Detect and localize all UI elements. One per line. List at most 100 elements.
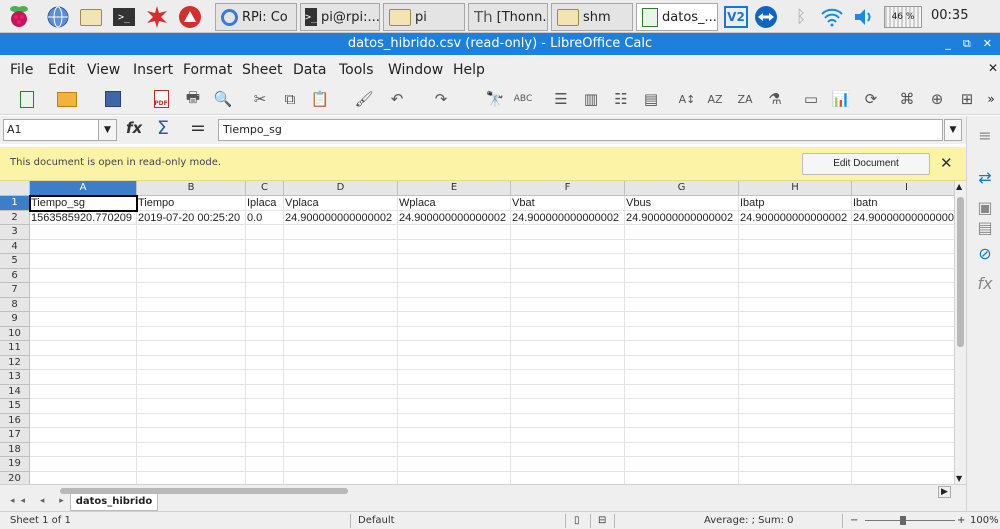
cell[interactable] — [284, 471, 398, 484]
cell[interactable] — [284, 283, 398, 298]
cell[interactable] — [284, 326, 398, 341]
row-header[interactable]: 16 — [0, 413, 30, 428]
cell[interactable] — [852, 312, 954, 327]
cell[interactable] — [246, 225, 284, 240]
cell[interactable] — [739, 370, 852, 385]
teamviewer-sidebar-icon[interactable]: ⇄ — [974, 166, 996, 188]
task-thonny[interactable]: Th [Thonn... — [468, 3, 548, 31]
cell[interactable] — [284, 457, 398, 472]
clock[interactable]: 00:35 — [931, 8, 968, 23]
cell[interactable] — [511, 225, 625, 240]
cell[interactable] — [852, 298, 954, 312]
cell[interactable] — [739, 384, 852, 399]
zoom-level[interactable]: 100% — [970, 515, 999, 526]
cell[interactable] — [30, 370, 137, 385]
insert-chart-icon[interactable]: 📊 — [830, 88, 852, 110]
cell[interactable] — [284, 341, 398, 356]
cell[interactable] — [137, 326, 246, 341]
cell[interactable] — [30, 341, 137, 356]
row-header[interactable]: 15 — [0, 399, 30, 414]
cell[interactable] — [625, 283, 739, 298]
cell[interactable]: Ibatp — [739, 196, 852, 211]
cell[interactable]: Wplaca — [398, 196, 511, 211]
cell[interactable] — [284, 297, 398, 312]
cell[interactable] — [284, 239, 398, 254]
cell[interactable] — [246, 341, 284, 356]
cell[interactable] — [625, 312, 739, 327]
cell[interactable] — [625, 341, 739, 356]
row-header[interactable]: 8 — [0, 297, 30, 312]
cell[interactable] — [852, 428, 954, 443]
task-shm-folder[interactable]: shm — [551, 3, 633, 31]
insert-rows-icon[interactable]: ☷ — [610, 88, 632, 110]
cell[interactable] — [511, 370, 625, 385]
column-header-b[interactable]: B — [137, 181, 246, 196]
zoom-out-icon[interactable]: − — [850, 515, 858, 526]
cell[interactable] — [137, 384, 246, 399]
redo-icon[interactable]: ↷ — [430, 88, 452, 110]
cell[interactable] — [739, 283, 852, 298]
cell[interactable] — [852, 240, 954, 254]
cell[interactable] — [137, 225, 246, 240]
clone-formatting-icon[interactable]: 🖌 — [353, 88, 375, 110]
cell[interactable] — [284, 384, 398, 399]
menu-window[interactable]: Window — [388, 62, 443, 78]
cell[interactable] — [398, 225, 511, 240]
cell[interactable] — [30, 254, 137, 269]
cell[interactable] — [625, 384, 739, 399]
toolbar-overflow-icon[interactable]: » — [984, 88, 998, 110]
expand-formula-icon[interactable]: ▼ — [944, 119, 962, 141]
cell[interactable] — [625, 355, 739, 370]
zoom-slider[interactable] — [865, 520, 955, 521]
cell[interactable] — [398, 268, 511, 283]
cell[interactable] — [246, 283, 284, 298]
cell[interactable]: 24.900000000000002 — [511, 210, 625, 225]
cell[interactable] — [852, 443, 954, 457]
cell[interactable] — [30, 312, 137, 327]
cell[interactable] — [137, 428, 246, 443]
cell[interactable]: Vbus — [625, 196, 739, 211]
cell[interactable] — [137, 370, 246, 385]
bluetooth-icon[interactable]: ᛒ — [788, 4, 814, 30]
cell[interactable] — [137, 399, 246, 414]
cell[interactable] — [246, 239, 284, 254]
cell[interactable] — [30, 399, 137, 414]
row-header[interactable]: 1 — [0, 196, 30, 211]
sheet-tab[interactable]: datos_hibrido — [70, 494, 158, 511]
cell[interactable] — [852, 472, 954, 485]
mathematica-icon[interactable] — [144, 4, 170, 30]
cell[interactable] — [739, 254, 852, 269]
cell[interactable] — [625, 225, 739, 240]
cell[interactable] — [398, 457, 511, 472]
cell[interactable] — [852, 327, 954, 341]
page-style[interactable]: Default — [358, 515, 395, 526]
cell[interactable] — [137, 457, 246, 472]
zoom-slider-handle[interactable] — [900, 516, 906, 525]
cell[interactable]: 1563585920.770209 — [30, 210, 137, 225]
cell[interactable] — [246, 457, 284, 472]
insert-image-icon[interactable]: ▭ — [800, 88, 822, 110]
cell[interactable] — [739, 326, 852, 341]
vertical-scroll-thumb[interactable] — [957, 197, 964, 347]
special-character-icon[interactable]: ⌘ — [896, 88, 918, 110]
cell[interactable] — [852, 341, 954, 356]
cell[interactable] — [246, 355, 284, 370]
wifi-icon[interactable] — [819, 4, 845, 30]
cell[interactable] — [30, 297, 137, 312]
cell[interactable] — [511, 355, 625, 370]
autofilter-icon[interactable]: ⚗ — [764, 88, 786, 110]
cell[interactable] — [30, 413, 137, 428]
sum-icon[interactable]: Σ — [157, 117, 169, 139]
cell[interactable] — [398, 355, 511, 370]
cell[interactable] — [246, 413, 284, 428]
cell[interactable] — [30, 442, 137, 457]
cell[interactable] — [246, 254, 284, 269]
cell[interactable] — [739, 312, 852, 327]
cell[interactable] — [246, 297, 284, 312]
cell[interactable]: 24.900000000000002 — [284, 210, 398, 225]
cell[interactable] — [398, 312, 511, 327]
cell[interactable] — [511, 457, 625, 472]
cell[interactable] — [625, 326, 739, 341]
menu-help[interactable]: Help — [453, 62, 485, 78]
formula-icon[interactable]: = — [190, 117, 206, 139]
